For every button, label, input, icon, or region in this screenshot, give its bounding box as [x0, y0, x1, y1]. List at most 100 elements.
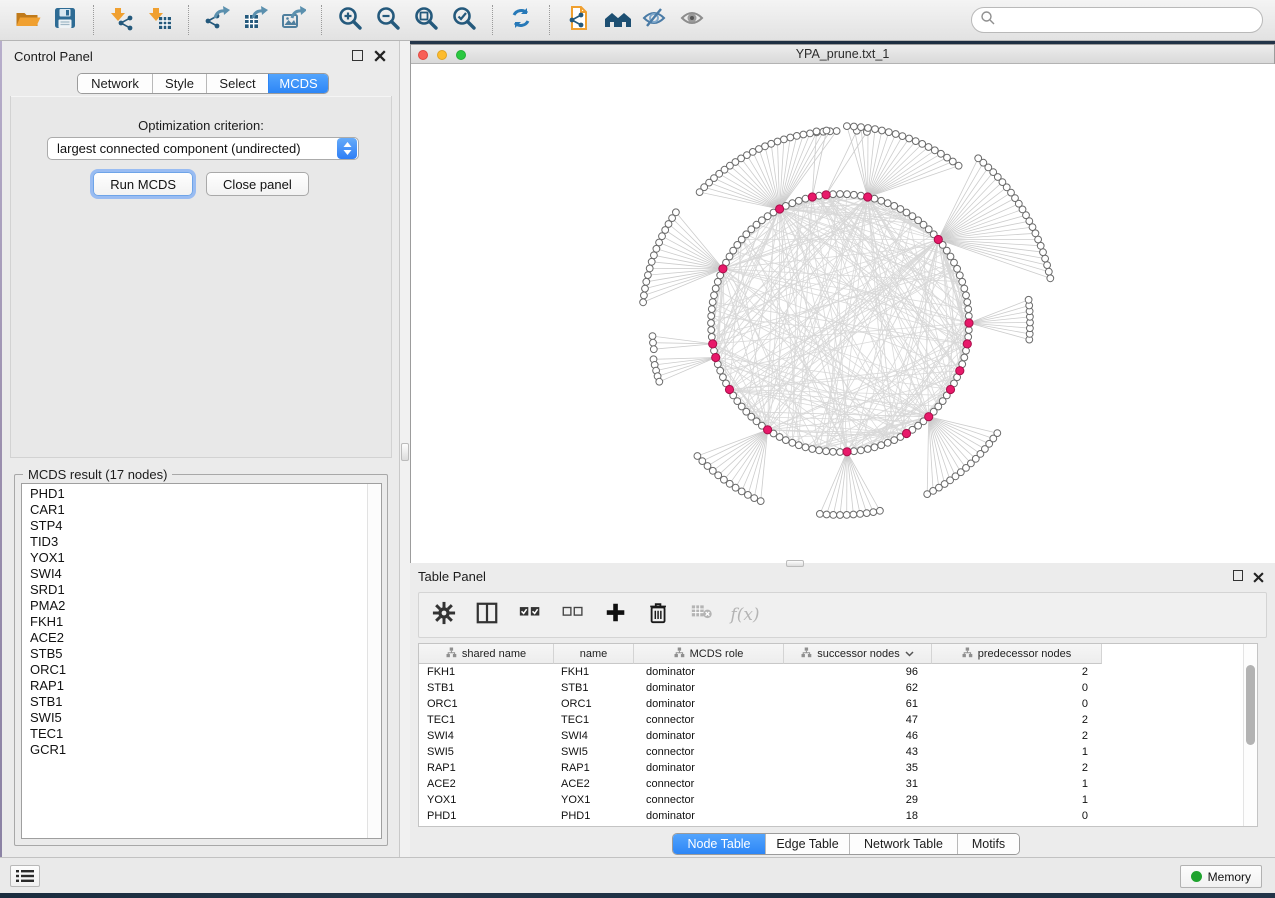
columns-button[interactable]: [474, 602, 500, 628]
cell-name: SWI5: [554, 744, 634, 760]
mcds-result-item[interactable]: RAP1: [22, 678, 381, 694]
column-header-predecessor-nodes[interactable]: predecessor nodes: [932, 644, 1102, 664]
select-all-button[interactable]: [517, 602, 543, 628]
home-view-button[interactable]: [601, 5, 631, 35]
show-all-button[interactable]: [677, 5, 707, 35]
tab-network-table[interactable]: Network Table: [849, 834, 957, 854]
close-table-panel-icon[interactable]: [1253, 570, 1265, 582]
cell-MCDS-role: dominator: [634, 680, 784, 696]
tab-edge-table[interactable]: Edge Table: [765, 834, 849, 854]
zoom-in-button[interactable]: [335, 5, 365, 35]
tab-style[interactable]: Style: [152, 74, 206, 93]
table-row[interactable]: YOX1YOX1connector291: [419, 792, 1257, 808]
mcds-result-item[interactable]: SWI5: [22, 710, 381, 726]
export-image-button[interactable]: [278, 5, 308, 35]
table-scrollbar[interactable]: [1243, 644, 1257, 826]
deselect-all-button[interactable]: [560, 602, 586, 628]
refresh-layout-button[interactable]: [506, 5, 536, 35]
run-mcds-button[interactable]: Run MCDS: [93, 172, 193, 196]
mcds-result-item[interactable]: SWI4: [22, 566, 381, 582]
mcds-result-item[interactable]: STB1: [22, 694, 381, 710]
mcds-result-item[interactable]: TEC1: [22, 726, 381, 742]
table-row[interactable]: TEC1TEC1connector472: [419, 712, 1257, 728]
cell-MCDS-role: connector: [634, 712, 784, 728]
cell-shared-name: YOX1: [419, 792, 554, 808]
columns-icon: [475, 601, 499, 630]
column-header-MCDS-role[interactable]: MCDS role: [634, 644, 784, 664]
table-row[interactable]: SWI5SWI5connector431: [419, 744, 1257, 760]
mcds-list-scrollbar[interactable]: [367, 484, 381, 838]
mcds-result-list[interactable]: PHD1CAR1STP4TID3YOX1SWI4SRD1PMA2FKH1ACE2…: [21, 483, 382, 839]
open-file-button[interactable]: [12, 5, 42, 35]
status-bar: Memory: [0, 857, 1275, 893]
cell-shared-name: SWI5: [419, 744, 554, 760]
float-panel-icon[interactable]: [352, 50, 363, 61]
export-network-button[interactable]: [202, 5, 232, 35]
cell-successor-nodes: 35: [784, 760, 932, 776]
add-row-button[interactable]: [603, 602, 629, 628]
mcds-result-item[interactable]: SRD1: [22, 582, 381, 598]
tab-network[interactable]: Network: [78, 74, 152, 93]
save-session-button[interactable]: [50, 5, 80, 35]
memory-button[interactable]: Memory: [1180, 865, 1262, 888]
mcds-result-item[interactable]: STB5: [22, 646, 381, 662]
function-builder-icon: f(x): [730, 605, 759, 625]
export-table-icon: [242, 5, 268, 36]
table-row[interactable]: PHD1PHD1dominator180: [419, 808, 1257, 824]
tab-motifs[interactable]: Motifs: [957, 834, 1019, 854]
deselect-all-icon: [560, 602, 586, 629]
mcds-result-item[interactable]: CAR1: [22, 502, 381, 518]
tab-select[interactable]: Select: [206, 74, 268, 93]
mcds-result-item[interactable]: STP4: [22, 518, 381, 534]
import-table-icon: [147, 5, 173, 36]
show-all-icon: [678, 5, 706, 36]
table-row[interactable]: FKH1FKH1dominator962: [419, 664, 1257, 680]
network-canvas[interactable]: [411, 64, 1275, 563]
zoom-selected-button[interactable]: [449, 5, 479, 35]
float-table-panel-icon[interactable]: [1233, 570, 1243, 581]
column-header-name[interactable]: name: [554, 644, 634, 664]
search-input[interactable]: [996, 10, 1262, 30]
column-header-shared-name[interactable]: shared name: [419, 644, 554, 664]
mcds-result-item[interactable]: ACE2: [22, 630, 381, 646]
task-history-button[interactable]: [10, 865, 40, 887]
cell-MCDS-role: connector: [634, 776, 784, 792]
mcds-result-item[interactable]: FKH1: [22, 614, 381, 630]
export-table-button[interactable]: [240, 5, 270, 35]
delete-row-button[interactable]: [646, 602, 672, 628]
vertical-splitter[interactable]: [400, 41, 410, 857]
mcds-result-item[interactable]: PHD1: [22, 486, 381, 502]
mcds-result-item[interactable]: GCR1: [22, 742, 381, 758]
criterion-select[interactable]: largest connected component (undirected): [47, 137, 359, 160]
cell-shared-name: RAP1: [419, 760, 554, 776]
table-row[interactable]: SWI4SWI4dominator462: [419, 728, 1257, 744]
save-session-icon: [52, 5, 78, 36]
table-row[interactable]: ACE2ACE2connector311: [419, 776, 1257, 792]
horizontal-splitter-handle[interactable]: [786, 560, 804, 567]
table-row[interactable]: RAP1RAP1dominator352: [419, 760, 1257, 776]
mcds-result-item[interactable]: ORC1: [22, 662, 381, 678]
close-panel-icon[interactable]: [374, 49, 387, 62]
export-publication-button[interactable]: [563, 5, 593, 35]
close-panel-button[interactable]: Close panel: [206, 172, 309, 196]
hide-selected-button[interactable]: [639, 5, 669, 35]
mcds-result-item[interactable]: PMA2: [22, 598, 381, 614]
import-table-button[interactable]: [145, 5, 175, 35]
zoom-out-button[interactable]: [373, 5, 403, 35]
tab-mcds[interactable]: MCDS: [268, 74, 328, 93]
mcds-result-item[interactable]: TID3: [22, 534, 381, 550]
zoom-fit-button[interactable]: [411, 5, 441, 35]
network-graph[interactable]: [411, 64, 1275, 563]
settings-button[interactable]: [431, 602, 457, 628]
search-box[interactable]: [971, 7, 1263, 33]
network-window-titlebar[interactable]: YPA_prune.txt_1: [411, 45, 1274, 64]
cell-name: PHD1: [554, 808, 634, 824]
table-scrollbar-thumb[interactable]: [1246, 665, 1255, 745]
column-header-successor-nodes[interactable]: successor nodes: [784, 644, 932, 664]
tab-node-table[interactable]: Node Table: [673, 834, 765, 854]
splitter-handle[interactable]: [401, 443, 409, 461]
table-row[interactable]: ORC1ORC1dominator610: [419, 696, 1257, 712]
table-row[interactable]: STB1STB1dominator620: [419, 680, 1257, 696]
mcds-result-item[interactable]: YOX1: [22, 550, 381, 566]
import-network-button[interactable]: [107, 5, 137, 35]
